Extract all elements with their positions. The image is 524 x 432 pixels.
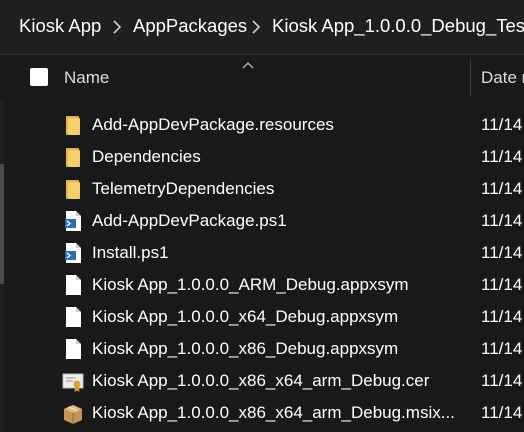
chevron-right-icon[interactable] (109, 19, 125, 35)
file-date: 11/14 (481, 307, 523, 326)
file-date: 11/14 (481, 211, 523, 230)
list-item[interactable]: Kiosk App_1.0.0.0_x86_Debug.appxsym 11/1… (56, 333, 524, 365)
file-date: 11/14 (481, 275, 523, 294)
list-item[interactable]: Kiosk App_1.0.0.0_x64_Debug.appxsym 11/1… (56, 301, 524, 333)
file-date: 11/14 (481, 339, 523, 358)
list-item[interactable]: Kiosk App_1.0.0.0_ARM_Debug.appxsym 11/1… (56, 269, 524, 301)
sort-ascending-icon (241, 56, 255, 74)
file-name: Dependencies (92, 147, 201, 166)
scrollbar-thumb[interactable] (0, 164, 4, 284)
file-name: Install.ps1 (92, 243, 169, 262)
powershell-file-icon (62, 209, 84, 233)
file-date: 11/14 (481, 243, 523, 262)
list-item[interactable]: Add-AppDevPackage.resources 11/14 (56, 109, 524, 141)
file-date: 11/14 (481, 179, 523, 198)
file-date: 11/14 (481, 115, 523, 134)
file-name: Kiosk App_1.0.0.0_x86_x64_arm_Debug.msix… (92, 403, 455, 422)
folder-icon (62, 113, 84, 137)
list-item[interactable]: Dependencies 11/14 (56, 141, 524, 173)
file-date: 11/14 (481, 147, 523, 166)
file-name: Kiosk App_1.0.0.0_ARM_Debug.appxsym (92, 275, 409, 294)
file-name: Kiosk App_1.0.0.0_x64_Debug.appxsym (92, 307, 399, 326)
list-item[interactable]: Kiosk App_1.0.0.0_x86_x64_arm_Debug.msix… (56, 397, 524, 429)
column-header-name[interactable]: Name (64, 68, 109, 88)
column-divider[interactable] (470, 59, 471, 97)
powershell-file-icon (62, 241, 84, 265)
package-icon (62, 401, 84, 425)
file-name: TelemetryDependencies (92, 179, 275, 198)
breadcrumb: Kiosk App AppPackages Kiosk App_1.0.0.0_… (0, 0, 524, 55)
list-item[interactable]: TelemetryDependencies 11/14 (56, 173, 524, 205)
file-icon (62, 337, 84, 361)
file-icon (62, 273, 84, 297)
breadcrumb-item-apppackages[interactable]: AppPackages (133, 15, 247, 37)
file-name: Kiosk App_1.0.0.0_x86_Debug.appxsym (92, 339, 399, 358)
file-name: Add-AppDevPackage.ps1 (92, 211, 287, 230)
chevron-right-icon[interactable] (248, 19, 264, 35)
file-date: 11/14 (481, 371, 523, 390)
list-item[interactable]: Add-AppDevPackage.ps1 11/14 (56, 205, 524, 237)
list-item[interactable]: Install.ps1 11/14 (56, 237, 524, 269)
folder-icon (62, 177, 84, 201)
certificate-icon (62, 369, 84, 393)
file-name: Add-AppDevPackage.resources (92, 115, 334, 134)
column-header-date[interactable]: Date m (481, 68, 524, 88)
file-date: 11/14 (481, 403, 523, 422)
folder-icon (62, 145, 84, 169)
breadcrumb-item-kiosk-app[interactable]: Kiosk App (19, 15, 101, 37)
select-all-checkbox[interactable] (30, 68, 48, 86)
file-name: Kiosk App_1.0.0.0_x86_x64_arm_Debug.cer (92, 371, 430, 390)
list-item[interactable]: Kiosk App_1.0.0.0_x86_x64_arm_Debug.cer … (56, 365, 524, 397)
breadcrumb-item-current-folder[interactable]: Kiosk App_1.0.0.0_Debug_Test (272, 15, 524, 37)
file-icon (62, 305, 84, 329)
